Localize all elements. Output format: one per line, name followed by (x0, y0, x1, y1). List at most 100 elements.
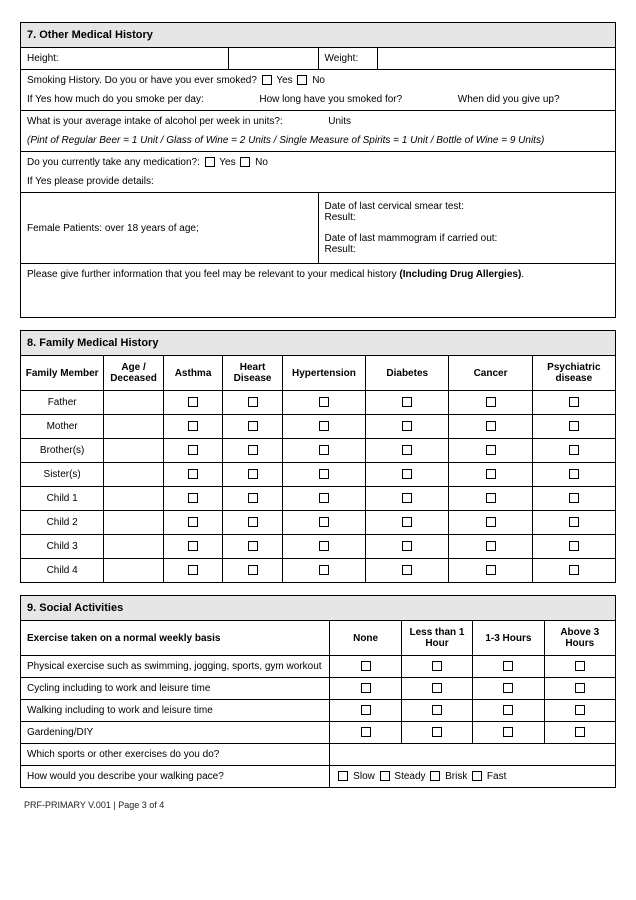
sports-answer[interactable] (330, 744, 616, 766)
checkbox[interactable] (503, 727, 513, 737)
age-deceased-cell[interactable] (104, 439, 164, 463)
checkbox[interactable] (432, 661, 442, 671)
checkbox[interactable] (319, 469, 329, 479)
age-deceased-cell[interactable] (104, 535, 164, 559)
checkbox[interactable] (188, 517, 198, 527)
family-row: Child 3 (21, 535, 616, 559)
checkbox[interactable] (569, 565, 579, 575)
checkbox[interactable] (248, 397, 258, 407)
checkbox[interactable] (575, 705, 585, 715)
checkbox[interactable] (432, 727, 442, 737)
checkbox[interactable] (319, 421, 329, 431)
checkbox[interactable] (248, 421, 258, 431)
age-deceased-cell[interactable] (104, 559, 164, 583)
checkbox[interactable] (248, 493, 258, 503)
checkbox-pace[interactable] (430, 771, 440, 781)
checkbox[interactable] (575, 727, 585, 737)
checkbox[interactable] (248, 445, 258, 455)
checkbox[interactable] (569, 445, 579, 455)
checkbox[interactable] (569, 421, 579, 431)
age-deceased-cell[interactable] (104, 391, 164, 415)
female-tests: Date of last cervical smear test: Result… (318, 193, 616, 264)
checkbox[interactable] (486, 541, 496, 551)
checkbox-pace[interactable] (472, 771, 482, 781)
checkbox[interactable] (486, 493, 496, 503)
checkbox[interactable] (569, 397, 579, 407)
checkbox[interactable] (319, 517, 329, 527)
smear-result: Result: (325, 212, 356, 223)
checkbox[interactable] (361, 661, 371, 671)
checkbox[interactable] (402, 469, 412, 479)
checkbox[interactable] (486, 517, 496, 527)
checkbox[interactable] (319, 445, 329, 455)
checkbox[interactable] (319, 397, 329, 407)
checkbox[interactable] (248, 517, 258, 527)
checkbox[interactable] (402, 445, 412, 455)
further-info-row[interactable]: Please give further information that you… (21, 264, 616, 318)
checkbox[interactable] (402, 541, 412, 551)
age-deceased-cell[interactable] (104, 487, 164, 511)
age-deceased-cell[interactable] (104, 511, 164, 535)
checkbox-pace[interactable] (338, 771, 348, 781)
checkbox[interactable] (188, 445, 198, 455)
checkbox[interactable] (402, 565, 412, 575)
label-med-yes: Yes (219, 157, 235, 168)
checkbox[interactable] (319, 541, 329, 551)
checkbox[interactable] (569, 493, 579, 503)
checkbox[interactable] (486, 397, 496, 407)
checkbox[interactable] (248, 565, 258, 575)
checkbox[interactable] (432, 705, 442, 715)
checkbox[interactable] (569, 469, 579, 479)
checkbox[interactable] (402, 493, 412, 503)
checkbox[interactable] (569, 541, 579, 551)
checkbox[interactable] (402, 517, 412, 527)
condition-cell (163, 511, 223, 535)
condition-cell (449, 487, 532, 511)
checkbox[interactable] (248, 469, 258, 479)
checkbox[interactable] (569, 517, 579, 527)
checkbox[interactable] (503, 705, 513, 715)
checkbox[interactable] (575, 661, 585, 671)
checkbox[interactable] (361, 683, 371, 693)
checkbox-pace[interactable] (380, 771, 390, 781)
pace-question: How would you describe your walking pace… (21, 766, 330, 788)
checkbox-med-no[interactable] (240, 157, 250, 167)
checkbox[interactable] (188, 493, 198, 503)
label-no: No (312, 75, 325, 86)
height-value[interactable] (229, 48, 318, 70)
checkbox[interactable] (188, 565, 198, 575)
age-deceased-cell[interactable] (104, 463, 164, 487)
checkbox[interactable] (402, 397, 412, 407)
checkbox[interactable] (188, 469, 198, 479)
checkbox[interactable] (486, 445, 496, 455)
checkbox[interactable] (503, 661, 513, 671)
checkbox[interactable] (503, 683, 513, 693)
checkbox[interactable] (361, 727, 371, 737)
units-label: Units (328, 116, 351, 127)
checkbox[interactable] (361, 705, 371, 715)
further-bold: (Including Drug Allergies) (399, 269, 521, 280)
checkbox[interactable] (319, 565, 329, 575)
checkbox[interactable] (188, 397, 198, 407)
checkbox[interactable] (188, 421, 198, 431)
checkbox[interactable] (188, 541, 198, 551)
checkbox[interactable] (319, 493, 329, 503)
checkbox[interactable] (486, 469, 496, 479)
activity-cell (544, 722, 615, 744)
checkbox[interactable] (486, 421, 496, 431)
checkbox[interactable] (432, 683, 442, 693)
checkbox-med-yes[interactable] (205, 157, 215, 167)
checkbox-smoking-yes[interactable] (262, 75, 272, 85)
age-deceased-cell[interactable] (104, 415, 164, 439)
checkbox[interactable] (575, 683, 585, 693)
checkbox[interactable] (402, 421, 412, 431)
condition-cell (532, 463, 615, 487)
checkbox[interactable] (486, 565, 496, 575)
checkbox[interactable] (248, 541, 258, 551)
activity-row: Gardening/DIY (21, 722, 616, 744)
condition-cell (366, 535, 449, 559)
h-lt1: Less than 1 Hour (401, 621, 472, 656)
weight-value[interactable] (378, 48, 616, 70)
condition-cell (532, 439, 615, 463)
checkbox-smoking-no[interactable] (297, 75, 307, 85)
